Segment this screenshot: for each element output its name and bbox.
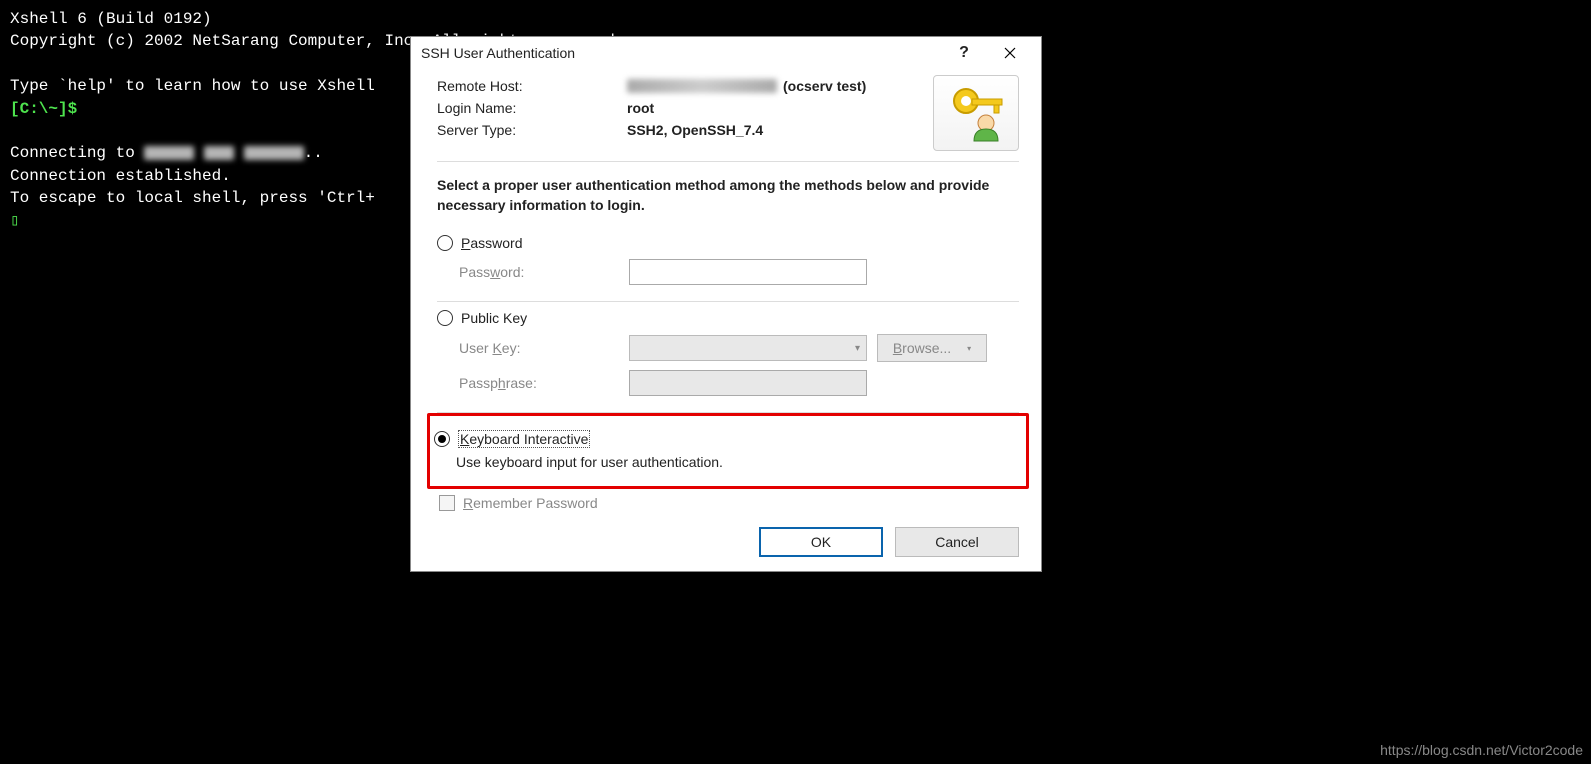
term-line: Connection established. [10, 167, 231, 185]
publickey-section: Public Key User Key: ▾ Browse... ▾ Passp… [437, 302, 1019, 413]
passphrase-label: Passphrase: [459, 375, 619, 391]
cursor-icon: ▯ [10, 212, 20, 230]
passphrase-input [629, 370, 867, 396]
remote-host-value: (ocserv test) [627, 78, 866, 94]
shell-prompt[interactable]: [C:\~]$ [10, 100, 77, 118]
server-type-label: Server Type: [437, 122, 627, 138]
help-button[interactable]: ? [941, 39, 987, 67]
cancel-button[interactable]: Cancel [895, 527, 1019, 557]
userkey-label: User Key: [459, 340, 619, 356]
connection-info: Remote Host: (ocserv test) Login Name: r… [437, 75, 1019, 162]
redacted-ip [244, 146, 304, 160]
dialog-title: SSH User Authentication [421, 45, 941, 61]
close-icon [1004, 47, 1016, 59]
server-type-value: SSH2, OpenSSH_7.4 [627, 122, 763, 138]
term-line: Xshell 6 (Build 0192) [10, 10, 212, 28]
ok-button[interactable]: OK [759, 527, 883, 557]
term-line: Type `help' to learn how to use Xshell [10, 77, 375, 95]
ssh-auth-dialog: SSH User Authentication ? Remote Host: (… [410, 36, 1042, 572]
radio-icon [434, 431, 450, 447]
key-user-icon [933, 75, 1019, 151]
userkey-select: ▾ [629, 335, 867, 361]
password-field-label: Password: [459, 264, 619, 280]
publickey-radio[interactable]: Public Key [437, 310, 1019, 326]
radio-icon [437, 310, 453, 326]
publickey-radio-label: Public Key [461, 310, 527, 326]
dialog-titlebar[interactable]: SSH User Authentication ? [411, 37, 1041, 69]
redacted-ip [144, 146, 194, 160]
password-section: Password Password: [437, 227, 1019, 302]
login-name-label: Login Name: [437, 100, 627, 116]
keyboard-description: Use keyboard input for user authenticati… [434, 448, 1022, 470]
instruction-text: Select a proper user authentication meth… [437, 176, 1019, 215]
remember-password-label: Remember Password [463, 495, 598, 511]
dropdown-indicator-icon: ▾ [967, 344, 971, 353]
remember-password-checkbox: Remember Password [439, 495, 1019, 511]
checkbox-icon [439, 495, 455, 511]
watermark: https://blog.csdn.net/Victor2code [1380, 742, 1583, 758]
keyboard-interactive-section: Keyboard Interactive Use keyboard input … [427, 413, 1029, 489]
redacted-ip [204, 146, 234, 160]
keyboard-interactive-radio[interactable]: Keyboard Interactive [434, 430, 1022, 448]
password-radio-label: Password [461, 235, 522, 251]
keyboard-radio-label: Keyboard Interactive [458, 430, 590, 448]
password-radio[interactable]: Password [437, 235, 1019, 251]
term-line: To escape to local shell, press 'Ctrl+ [10, 189, 375, 207]
password-input [629, 259, 867, 285]
chevron-down-icon: ▾ [855, 343, 860, 354]
redacted-host [627, 79, 777, 93]
browse-button: Browse... ▾ [877, 334, 987, 362]
dialog-body: Remote Host: (ocserv test) Login Name: r… [411, 69, 1041, 571]
close-button[interactable] [987, 39, 1033, 67]
radio-icon [437, 235, 453, 251]
remote-host-label: Remote Host: [437, 78, 627, 94]
term-line: Connecting to [10, 144, 144, 162]
dialog-buttons: OK Cancel [437, 527, 1019, 557]
login-name-value: root [627, 100, 654, 116]
